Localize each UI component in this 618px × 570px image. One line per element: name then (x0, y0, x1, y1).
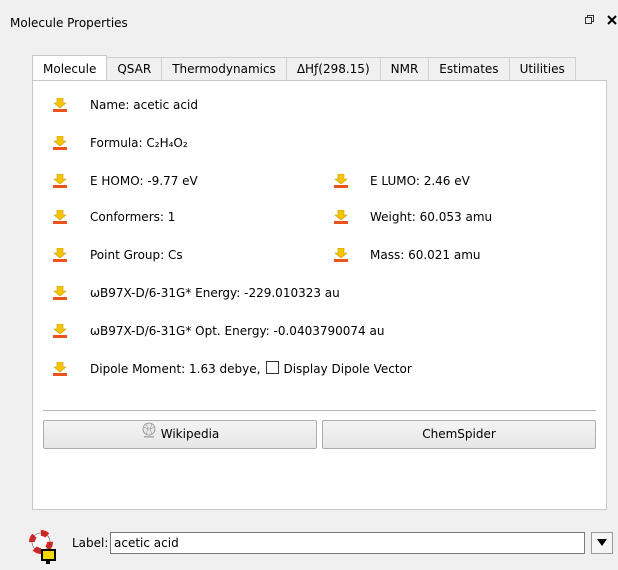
e-homo: E HOMO: -9.77 eV (90, 174, 198, 188)
close-icon[interactable] (607, 13, 617, 29)
export-arrow-icon[interactable] (53, 362, 67, 376)
label-dropdown-button[interactable] (591, 532, 613, 554)
export-arrow-icon[interactable] (53, 324, 67, 338)
divider (43, 410, 596, 411)
dipole-row: Dipole Moment: 1.63 debye, Display Dipole… (90, 359, 412, 379)
window-title: Molecule Properties (10, 16, 128, 30)
export-arrow-icon[interactable] (334, 174, 348, 188)
display-dipole-checkbox[interactable] (266, 361, 280, 374)
wikipedia-globe-icon (141, 421, 157, 448)
wikipedia-button[interactable]: Wikipedia (43, 420, 317, 449)
export-arrow-icon[interactable] (53, 174, 67, 188)
label-caption: Label: (72, 536, 109, 550)
molecular-weight: Weight: 60.053 amu (370, 210, 493, 224)
energy: ωB97X-D/6-31G* Energy: -229.010323 au (90, 286, 340, 300)
tab-utilities[interactable]: Utilities (508, 57, 576, 80)
label-input[interactable] (110, 532, 585, 554)
float-window-icon[interactable] (585, 15, 594, 27)
export-arrow-icon[interactable] (53, 136, 67, 150)
tab-nmr[interactable]: NMR (379, 57, 430, 80)
wikipedia-label: Wikipedia (160, 427, 220, 441)
e-lumo: E LUMO: 2.46 eV (370, 174, 470, 188)
tab-bar: Molecule QSAR Thermodynamics ΔHƒ(298.15)… (32, 55, 576, 81)
chemspider-button[interactable]: ChemSpider (322, 420, 596, 449)
exact-mass: Mass: 60.021 amu (370, 248, 481, 262)
export-arrow-icon[interactable] (53, 286, 67, 300)
point-group: Point Group: Cs (90, 248, 183, 262)
tab-qsar[interactable]: QSAR (106, 57, 163, 80)
export-arrow-icon[interactable] (334, 210, 348, 224)
export-arrow-icon[interactable] (53, 210, 67, 224)
molecule-formula: Formula: C₂H₄O₂ (90, 136, 188, 150)
export-arrow-icon[interactable] (53, 98, 67, 112)
display-dipole-label[interactable]: Display Dipole Vector (283, 362, 411, 376)
molecule-name: Name: acetic acid (90, 98, 198, 112)
export-arrow-icon[interactable] (53, 248, 67, 262)
label-lifebuoy-icon (28, 530, 58, 564)
title-bar: Molecule Properties (0, 0, 618, 44)
conformers: Conformers: 1 (90, 210, 176, 224)
tab-thermodynamics[interactable]: Thermodynamics (161, 57, 287, 80)
tab-molecule[interactable]: Molecule (32, 55, 108, 80)
export-arrow-icon[interactable] (334, 248, 348, 262)
dipole-moment: Dipole Moment: 1.63 debye, (90, 362, 261, 376)
chevron-down-icon (597, 537, 607, 550)
tab-heat-of-formation[interactable]: ΔHƒ(298.15) (285, 57, 381, 80)
chemspider-label: ChemSpider (422, 427, 496, 441)
tab-estimates[interactable]: Estimates (428, 57, 510, 80)
molecule-tab-panel: Name: acetic acid Formula: C₂H₄O₂ E HOMO… (32, 80, 607, 510)
opt-energy: ωB97X-D/6-31G* Opt. Energy: -0.040379007… (90, 324, 385, 338)
